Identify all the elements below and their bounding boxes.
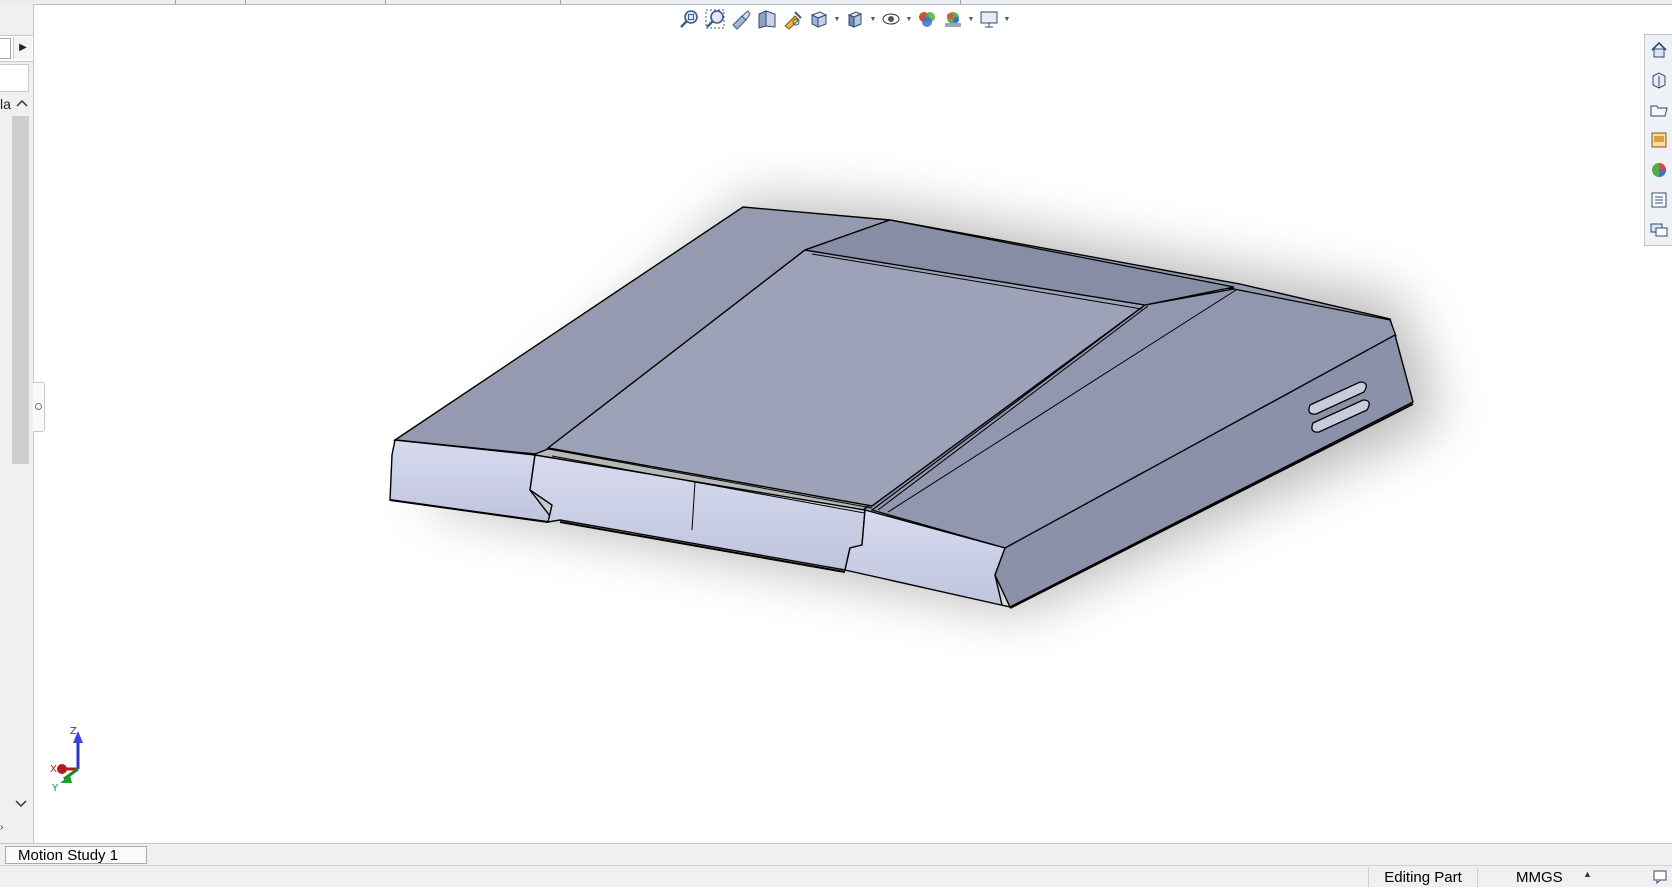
tab-motion-study-1[interactable]: Motion Study 1	[5, 846, 147, 864]
x-axis-label: X	[50, 764, 57, 775]
status-bar: Editing Part MMGS ▲	[0, 865, 1672, 887]
chevron-up-icon[interactable]: ▲	[1583, 869, 1592, 879]
part-model-viewport[interactable]	[0, 0, 1672, 886]
unit-system-selector[interactable]: MMGS	[1478, 867, 1598, 887]
bottom-tab-bar: Motion Study 1	[0, 843, 1672, 866]
tooltip-bubble-icon[interactable]	[1652, 869, 1668, 885]
z-axis-label: Z	[70, 726, 77, 737]
status-editing-part: Editing Part	[1368, 867, 1478, 887]
reference-triad: Z X Y	[48, 725, 98, 795]
y-axis-label: Y	[51, 783, 59, 794]
